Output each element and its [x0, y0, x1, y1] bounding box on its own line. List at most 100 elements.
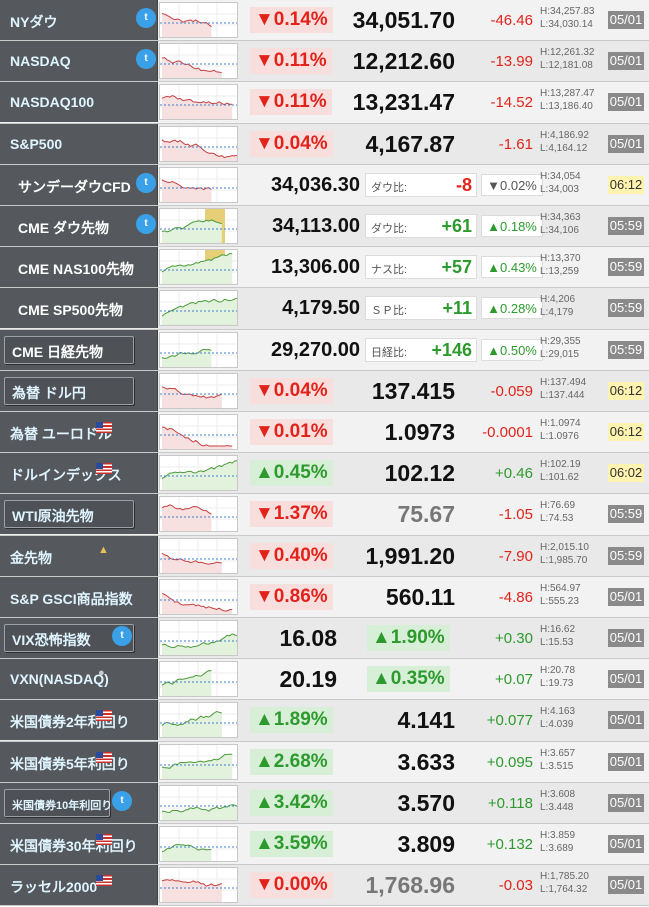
index-diff-value: +57: [441, 257, 472, 278]
sparkline[interactable]: [159, 125, 238, 162]
sparkline[interactable]: [159, 372, 238, 409]
quote-row: ラッセル2000 ▼0.00% 1,768.96 -0.03 H:1,785.20 L:1…: [0, 865, 649, 907]
price-value: 1,991.20: [365, 542, 455, 569]
day-high: H:1,785.20: [540, 871, 589, 883]
high-low: H:16.62 L:15.53: [540, 623, 575, 649]
twitter-icon[interactable]: t: [112, 626, 132, 646]
twitter-icon[interactable]: t: [136, 49, 156, 70]
sparkline[interactable]: [159, 208, 238, 244]
instrument-name-cell[interactable]: NYダウ t: [0, 0, 158, 40]
update-time-badge: 05/01: [608, 52, 644, 71]
sparkline[interactable]: [159, 43, 238, 80]
day-low: L:74.53: [540, 513, 574, 525]
sparkline[interactable]: [159, 661, 238, 698]
day-low: L:13,259: [540, 266, 579, 278]
update-time-badge: 05:59: [608, 217, 644, 235]
index-diff-value: +146: [431, 339, 472, 360]
instrument-name-cell[interactable]: ドルインデックス: [0, 453, 158, 494]
sparkline[interactable]: [159, 455, 238, 492]
instrument-label: S&P500: [10, 135, 63, 152]
sparkline[interactable]: [159, 826, 238, 862]
instrument-name-cell[interactable]: NASDAQ t: [0, 41, 158, 82]
sparkline-area: [162, 753, 233, 779]
sparkline[interactable]: [159, 249, 238, 286]
instrument-name-cell[interactable]: VXN(NASDAQ) ●: [0, 659, 158, 700]
instrument-name-cell[interactable]: サンデーダウCFD t: [0, 164, 158, 205]
day-low: L:101.62: [540, 472, 579, 484]
instrument-name-cell[interactable]: WTI原油先物: [0, 494, 158, 535]
sparkline-chart: [160, 538, 237, 573]
sparkline-chart: [160, 373, 237, 408]
sparkline[interactable]: [159, 166, 238, 203]
twitter-icon[interactable]: t: [112, 790, 132, 811]
instrument-name-cell[interactable]: 米国債券10年利回り t: [0, 782, 158, 823]
sparkline[interactable]: [159, 537, 238, 574]
quote-row: 米国債券10年利回り t ▲3.42% 3.570 +0.118 H:3.608 L:3.4…: [0, 782, 649, 824]
day-low: L:3.689: [540, 843, 574, 854]
sparkline[interactable]: [159, 290, 238, 327]
day-high: H:564.97: [540, 582, 581, 594]
day-high: H:3.657: [540, 747, 576, 759]
sparkline[interactable]: [159, 702, 238, 739]
change-percent: ▼0.86%: [250, 583, 333, 610]
quote-row: 米国債券5年利回り ▲2.68% 3.633 +0.095 H:3.657 L:3.515…: [0, 741, 649, 783]
instrument-name-cell[interactable]: 米国債券2年利回り: [0, 700, 158, 741]
instrument-name-cell[interactable]: 米国債券5年利回り: [0, 741, 158, 782]
sparkline-chart: [160, 167, 237, 202]
update-time-badge: 05/01: [608, 752, 644, 771]
sparkline[interactable]: [159, 578, 238, 615]
sparkline[interactable]: [159, 496, 238, 533]
instrument-name-cell[interactable]: 金先物 ▲: [0, 535, 158, 576]
sparkline-chart: [160, 456, 237, 491]
instrument-name-cell[interactable]: CME SP500先物: [0, 288, 158, 329]
day-high: H:1.0974: [540, 418, 581, 429]
update-time-badge: 05:59: [608, 505, 644, 524]
high-low: H:34,363 L:34,106: [540, 211, 581, 237]
twitter-icon[interactable]: t: [136, 172, 156, 193]
sparkline[interactable]: [159, 84, 238, 121]
instrument-name-cell[interactable]: ラッセル2000: [0, 865, 158, 906]
twitter-icon[interactable]: t: [136, 8, 156, 28]
instrument-name-cell[interactable]: S&P500: [0, 123, 158, 164]
quote-row: VXN(NASDAQ) ● 20.19 ▲0.35% +0.07 H:20.78 L:19.…: [0, 659, 649, 701]
instrument-name-cell[interactable]: CME NAS100先物: [0, 247, 158, 288]
quote-row: NYダウ t ▼0.14% 34,051.70 -46.46 H:34,257.83 L:3…: [0, 0, 649, 42]
instrument-name-cell[interactable]: VIX恐怖指数 t: [0, 618, 158, 658]
update-time-badge: 05:59: [608, 258, 644, 277]
day-high: H:16.62: [540, 624, 576, 635]
sparkline[interactable]: [159, 414, 238, 450]
instrument-name-cell[interactable]: CME 日経先物: [0, 329, 158, 370]
sparkline[interactable]: [159, 2, 238, 38]
sparkline-area: [162, 461, 237, 491]
instrument-label: VIX恐怖指数: [12, 632, 91, 648]
change-value: -13.99: [490, 53, 533, 71]
change-percent: ▲1.89%: [250, 707, 333, 734]
sparkline[interactable]: [159, 743, 238, 780]
day-high: H:3.608: [540, 788, 576, 800]
index-diff-box: 日経比: +146: [365, 337, 477, 362]
update-time-badge: 05/01: [608, 587, 644, 606]
instrument-name-cell[interactable]: 為替 ユーロドル: [0, 412, 158, 452]
instrument-name-cell[interactable]: S&P GSCI商品指数: [0, 576, 158, 617]
day-low: L:137.444: [540, 389, 585, 401]
sparkline[interactable]: [159, 784, 238, 821]
update-time-badge: 05:59: [608, 340, 644, 359]
index-diff-box: ダウ比: +61: [365, 214, 477, 238]
index-diff-label: ダウ比:: [371, 223, 408, 235]
instrument-name-cell[interactable]: 米国債券30年利回り: [0, 824, 158, 864]
instrument-label: NASDAQ: [10, 53, 71, 70]
instrument-name-cell[interactable]: 為替 ドル円: [0, 370, 158, 411]
instrument-name-cell[interactable]: NASDAQ100: [0, 82, 158, 123]
price-value: 34,051.70: [352, 7, 455, 33]
change-percent: ▲3.59%: [250, 831, 333, 857]
day-low: L:555.23: [540, 595, 579, 607]
instrument-name-cell[interactable]: CME ダウ先物 t: [0, 206, 158, 246]
quote-row: 米国債券2年利回り ▲1.89% 4.141 +0.077 H:4.163 L:4.039…: [0, 700, 649, 742]
sparkline-chart: [160, 868, 237, 903]
index-diff-box: ダウ比: -8: [365, 172, 477, 197]
sparkline-chart: [160, 662, 237, 697]
sparkline[interactable]: [159, 867, 238, 904]
sparkline[interactable]: [159, 620, 238, 656]
sparkline[interactable]: [159, 331, 238, 368]
twitter-icon[interactable]: t: [136, 214, 156, 234]
